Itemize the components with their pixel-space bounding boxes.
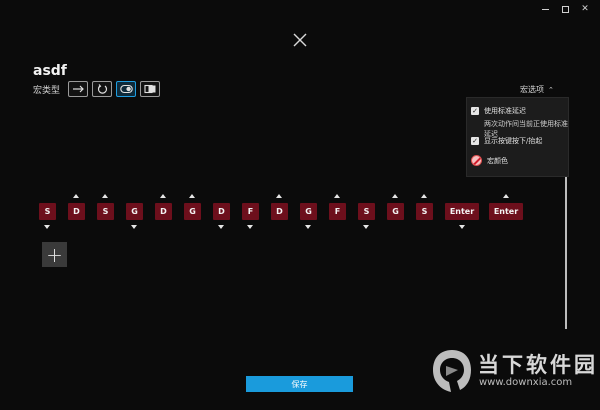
macro-key-sequence: S D S G D G D F D G F S G S Enter Enter xyxy=(39,193,529,233)
type-button-arrow[interactable] xyxy=(68,81,89,97)
toggle-icon xyxy=(119,84,133,94)
repeat-icon xyxy=(97,84,107,94)
key-up-arrow-icon xyxy=(160,194,166,198)
macro-key[interactable]: S xyxy=(416,203,433,220)
option-show-press-release-label: 显示按键按下/抬起 xyxy=(484,137,543,145)
option-macro-color[interactable]: 宏颜色 xyxy=(471,155,508,166)
macro-key[interactable]: S xyxy=(97,203,114,220)
key-up-arrow-icon xyxy=(421,194,427,198)
key-up-arrow-icon xyxy=(334,194,340,198)
key-up-arrow-icon xyxy=(189,194,195,198)
key-down-arrow-icon xyxy=(218,225,224,229)
arrow-right-icon xyxy=(72,85,84,93)
macro-key[interactable]: Enter xyxy=(445,203,479,220)
key-down-arrow-icon xyxy=(458,225,465,229)
macro-key[interactable]: D xyxy=(68,203,85,220)
plus-icon: + xyxy=(46,242,63,267)
save-button[interactable]: 保存 xyxy=(246,376,353,392)
watermark-logo-icon xyxy=(433,350,471,392)
window-close-button[interactable]: ✕ xyxy=(578,3,592,15)
macro-key[interactable]: Enter xyxy=(489,203,523,220)
macro-key[interactable]: S xyxy=(358,203,375,220)
maximize-button[interactable] xyxy=(558,3,572,15)
key-down-arrow-icon xyxy=(247,225,253,229)
macro-options-panel: ✓ 使用标准延迟 两次动作间当前正使用标准延迟 ✓ 显示按键按下/抬起 宏颜色 xyxy=(466,97,569,177)
macro-key[interactable]: D xyxy=(271,203,288,220)
macro-key[interactable]: S xyxy=(39,203,56,220)
macro-key[interactable]: G xyxy=(387,203,404,220)
key-up-arrow-icon xyxy=(392,194,398,198)
watermark-title: 当下软件园 xyxy=(478,353,598,377)
macro-key[interactable]: G xyxy=(126,203,143,220)
chevron-up-icon: ⌃ xyxy=(548,85,554,94)
key-down-arrow-icon xyxy=(305,225,311,229)
no-color-icon[interactable] xyxy=(471,155,482,166)
type-button-repeat[interactable] xyxy=(92,81,113,97)
close-icon xyxy=(293,33,307,47)
macro-type-label: 宏类型 xyxy=(33,85,61,96)
key-up-arrow-icon xyxy=(276,194,282,198)
sequence-icon xyxy=(143,84,156,94)
option-standard-delay-label: 使用标准延迟 xyxy=(484,107,526,115)
option-standard-delay[interactable]: ✓ 使用标准延迟 xyxy=(471,106,526,116)
macro-options-dropdown[interactable]: 宏选项 ⌃ xyxy=(520,84,554,95)
option-show-press-release[interactable]: ✓ 显示按键按下/抬起 xyxy=(471,136,542,146)
maximize-icon xyxy=(561,5,569,13)
macro-key[interactable]: G xyxy=(184,203,201,220)
minimize-button[interactable] xyxy=(538,3,552,15)
macro-name[interactable]: asdf xyxy=(33,63,67,79)
checkbox-checked-icon[interactable]: ✓ xyxy=(471,107,479,115)
add-action-button[interactable]: + xyxy=(42,242,67,267)
macro-key[interactable]: F xyxy=(329,203,346,220)
macro-key[interactable]: F xyxy=(242,203,259,220)
key-up-arrow-icon xyxy=(502,194,509,198)
key-down-arrow-icon xyxy=(363,225,369,229)
scrollbar[interactable] xyxy=(565,177,567,329)
key-up-arrow-icon xyxy=(73,194,79,198)
macro-key[interactable]: G xyxy=(300,203,317,220)
key-down-arrow-icon xyxy=(44,225,50,229)
macro-key[interactable]: D xyxy=(155,203,172,220)
type-button-sequence[interactable] xyxy=(140,81,161,97)
close-editor-button[interactable] xyxy=(290,30,310,50)
macro-type-row: 宏类型 xyxy=(33,81,164,97)
watermark-url: www.downxia.com xyxy=(479,377,573,388)
watermark: 当下软件园 www.downxia.com xyxy=(426,346,600,410)
close-icon: ✕ xyxy=(581,4,589,14)
type-button-toggle[interactable] xyxy=(116,81,137,97)
macro-key[interactable]: D xyxy=(213,203,230,220)
minimize-icon xyxy=(541,8,549,10)
option-macro-color-label: 宏颜色 xyxy=(487,156,508,165)
key-up-arrow-icon xyxy=(102,194,108,198)
macro-options-label: 宏选项 xyxy=(520,85,544,94)
checkbox-checked-icon[interactable]: ✓ xyxy=(471,137,479,145)
key-down-arrow-icon xyxy=(131,225,137,229)
